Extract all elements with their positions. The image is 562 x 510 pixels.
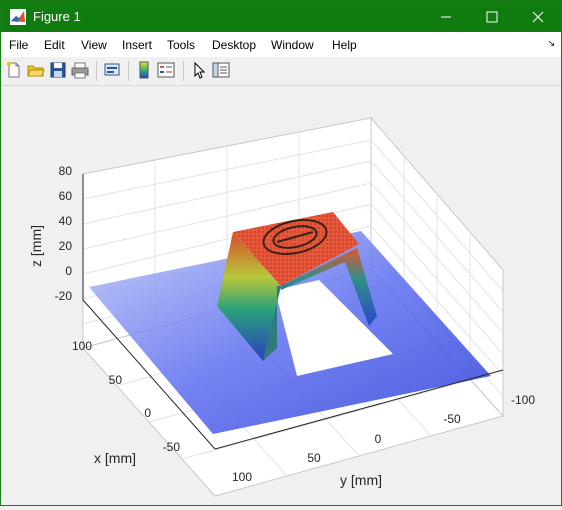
- menu-window[interactable]: Window: [271, 38, 314, 52]
- z-tick-label: 60: [59, 189, 73, 203]
- print-preview-icon[interactable]: [103, 61, 121, 79]
- close-icon: [532, 11, 544, 22]
- toolbar-separator: [183, 61, 184, 81]
- menu-desktop[interactable]: Desktop: [212, 38, 256, 52]
- open-file-icon[interactable]: [27, 61, 45, 79]
- z-tick-label: -20: [55, 289, 73, 303]
- z-tick-label: 80: [59, 164, 73, 178]
- new-figure-icon[interactable]: [5, 61, 23, 79]
- 3d-axes[interactable]: 80 60 40 20 0 -20 100 50 0 -50 100 50 0 -50 -100 z […: [1, 86, 561, 505]
- z-tick-label: 0: [65, 264, 72, 278]
- x-tick-label: 50: [109, 373, 123, 387]
- maximize-button[interactable]: [469, 1, 515, 32]
- y-axis-label: y [mm]: [340, 472, 382, 488]
- property-inspector-icon[interactable]: [212, 61, 230, 79]
- toolbar-separator: [128, 61, 129, 81]
- minimize-button[interactable]: [423, 1, 469, 32]
- menu-file[interactable]: File: [9, 38, 28, 52]
- x-tick-label: 100: [72, 339, 92, 353]
- menu-tools[interactable]: Tools: [167, 38, 195, 52]
- window-title: Figure 1: [33, 9, 81, 24]
- z-tick-label: 20: [59, 239, 73, 253]
- toolbar: [1, 57, 561, 86]
- figure-canvas[interactable]: 80 60 40 20 0 -20 100 50 0 -50 100 50 0 -50 -100 z […: [1, 86, 561, 505]
- figure-window: Figure 1 File Edit View Insert Tools Des…: [0, 0, 562, 506]
- x-tick-label: 0: [144, 406, 151, 420]
- y-tick-label: 50: [307, 451, 321, 465]
- x-axis-label: x [mm]: [94, 450, 136, 466]
- y-tick-label: -50: [443, 412, 461, 426]
- minimize-icon: [441, 16, 451, 17]
- title-bar[interactable]: Figure 1: [1, 1, 561, 32]
- close-button[interactable]: [515, 1, 561, 32]
- menu-insert[interactable]: Insert: [122, 38, 152, 52]
- y-tick-label: 100: [232, 470, 252, 484]
- y-tick-label: 0: [375, 432, 382, 446]
- menu-edit[interactable]: Edit: [44, 38, 65, 52]
- menu-view[interactable]: View: [81, 38, 107, 52]
- menu-dock-arrow-icon[interactable]: ↘: [547, 38, 555, 49]
- colorbar-icon[interactable]: [135, 61, 153, 79]
- matlab-logo-icon: [10, 9, 26, 25]
- z-tick-label: 40: [59, 214, 73, 228]
- legend-icon[interactable]: [157, 61, 175, 79]
- toolbar-separator: [96, 61, 97, 81]
- y-tick-label: -100: [511, 393, 535, 407]
- save-icon[interactable]: [49, 61, 67, 79]
- maximize-icon: [486, 11, 498, 22]
- print-icon[interactable]: [71, 61, 89, 79]
- x-tick-label: -50: [163, 440, 181, 454]
- pointer-icon[interactable]: [190, 61, 208, 79]
- menu-help[interactable]: Help: [332, 38, 357, 52]
- z-tick-labels: 80 60 40 20 0 -20: [55, 164, 73, 303]
- menu-bar: File Edit View Insert Tools Desktop Wind…: [1, 32, 561, 57]
- z-axis-label: z [mm]: [28, 225, 44, 267]
